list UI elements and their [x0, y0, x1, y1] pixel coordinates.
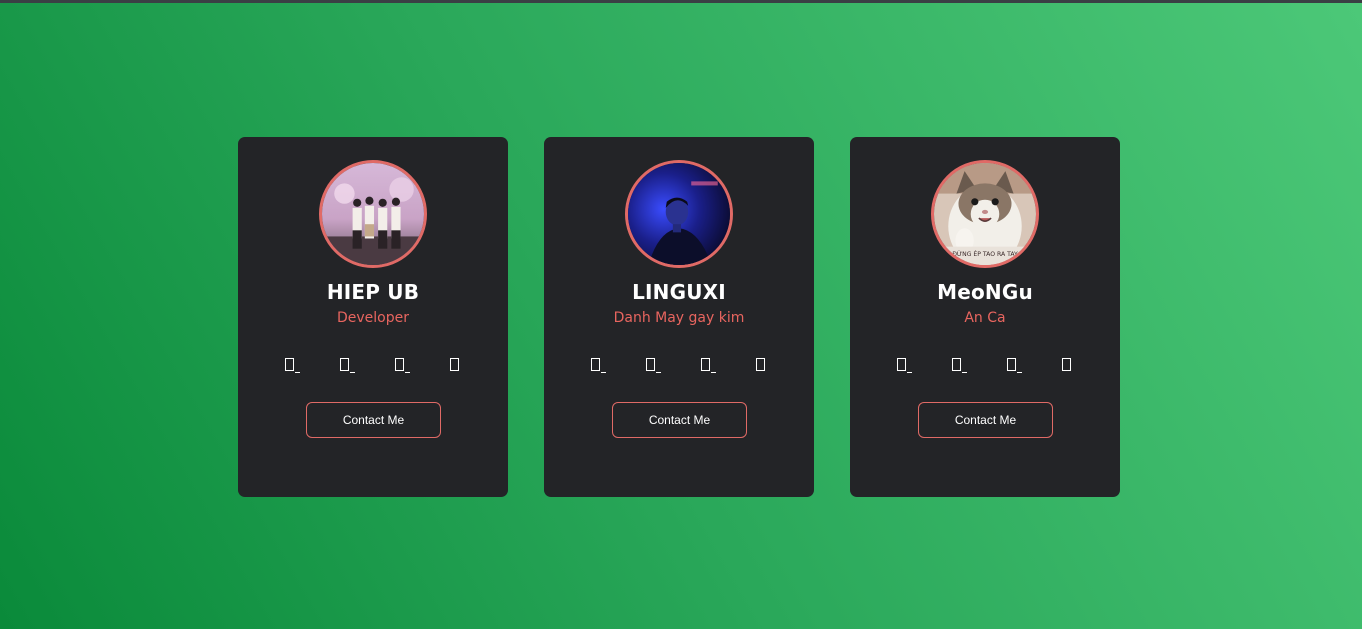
- avatar: [625, 160, 733, 268]
- missing-glyph-icon[interactable]: [1005, 356, 1023, 374]
- avatar: ĐỪNG ÉP TAO RA TAY: [931, 160, 1039, 268]
- profile-role: An Ca: [964, 310, 1006, 326]
- missing-glyph-icon[interactable]: [950, 356, 968, 374]
- profile-name: LINGUXI: [632, 280, 726, 304]
- profile-card: ĐỪNG ÉP TAO RA TAY MeoNGu An Ca Contact …: [850, 137, 1120, 497]
- missing-glyph-icon[interactable]: [1060, 356, 1078, 374]
- missing-glyph-icon[interactable]: [283, 356, 301, 374]
- profile-name: HIEP UB: [326, 280, 420, 304]
- profile-card: HIEP UB Developer Contact Me: [238, 137, 508, 497]
- missing-glyph-icon[interactable]: [589, 356, 607, 374]
- window-top-bar: [0, 0, 1362, 3]
- missing-glyph-icon[interactable]: [754, 356, 772, 374]
- missing-glyph-icon[interactable]: [644, 356, 662, 374]
- avatar: [319, 160, 427, 268]
- missing-glyph-icon[interactable]: [448, 356, 466, 374]
- profile-cards: HIEP UB Developer Contact Me LINGUXI Dan…: [238, 137, 1120, 497]
- profile-role: Danh May gay kim: [613, 310, 745, 326]
- contact-me-button[interactable]: Contact Me: [306, 402, 441, 438]
- profile-name: MeoNGu: [937, 280, 1033, 304]
- social-links: [850, 356, 1120, 374]
- missing-glyph-icon[interactable]: [699, 356, 717, 374]
- missing-glyph-icon[interactable]: [895, 356, 913, 374]
- avatar-caption: ĐỪNG ÉP TAO RA TAY: [952, 249, 1018, 258]
- profile-role: Developer: [336, 310, 409, 326]
- missing-glyph-icon[interactable]: [338, 356, 356, 374]
- contact-me-button[interactable]: Contact Me: [918, 402, 1053, 438]
- social-links: [238, 356, 508, 374]
- social-links: [544, 356, 814, 374]
- profile-card: LINGUXI Danh May gay kim Contact Me: [544, 137, 814, 497]
- contact-me-button[interactable]: Contact Me: [612, 402, 747, 438]
- missing-glyph-icon[interactable]: [393, 356, 411, 374]
